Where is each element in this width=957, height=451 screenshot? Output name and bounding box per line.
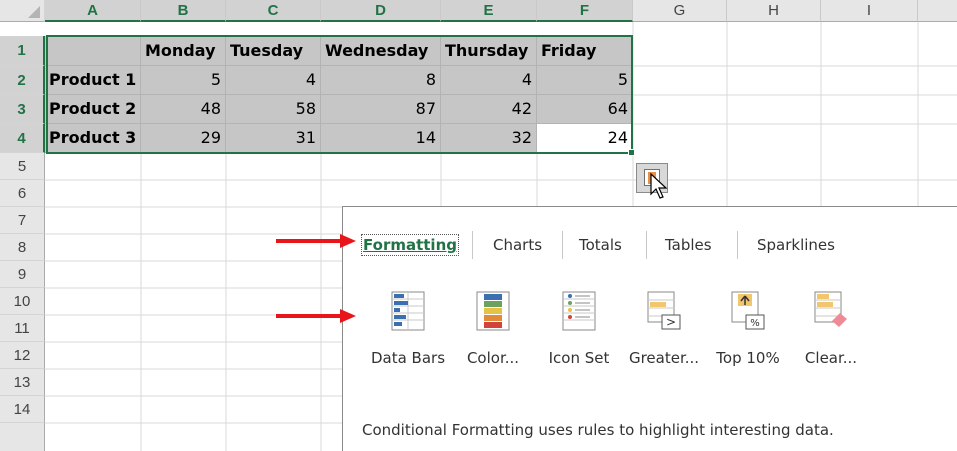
clear-format-icon: [814, 291, 847, 327]
column-header-h[interactable]: H: [727, 0, 821, 22]
red-arrow-icon: [276, 309, 356, 323]
tool-clear-format[interactable]: Clear...: [791, 291, 871, 381]
tab-sparklines[interactable]: Sparklines: [757, 236, 835, 254]
row-header-9[interactable]: 9: [0, 261, 45, 288]
data-bars-icon: [391, 291, 425, 331]
panel-description: Conditional Formatting uses rules to hig…: [362, 421, 834, 439]
column-header-b[interactable]: B: [141, 0, 226, 22]
tool-icon-set[interactable]: Icon Set: [539, 291, 619, 381]
row-header-10[interactable]: 10: [0, 288, 45, 315]
row-header-5[interactable]: 5: [0, 153, 45, 180]
tab-totals[interactable]: Totals: [579, 236, 622, 254]
svg-text:%: %: [750, 318, 760, 329]
icon-set-icon: [562, 291, 596, 331]
quick-analysis-panel: Formatting Charts Totals Tables Sparklin…: [342, 206, 957, 451]
row-header-11[interactable]: 11: [0, 315, 45, 342]
column-header-j[interactable]: [918, 0, 957, 22]
tool-color-scale[interactable]: Color...: [453, 291, 533, 381]
tool-greater-than[interactable]: > Greater...: [624, 291, 704, 381]
column-header-e[interactable]: E: [441, 0, 537, 22]
row-header-8[interactable]: 8: [0, 234, 45, 261]
tab-formatting[interactable]: Formatting: [361, 234, 459, 256]
svg-text:>: >: [666, 315, 676, 329]
row-header-3[interactable]: 3: [0, 95, 45, 124]
column-header-i[interactable]: I: [821, 0, 918, 22]
row-header-14[interactable]: 14: [0, 396, 45, 423]
column-header-g[interactable]: G: [633, 0, 727, 22]
column-header-f[interactable]: F: [537, 0, 633, 22]
color-scale-icon: [476, 291, 510, 331]
select-all-corner[interactable]: [0, 0, 45, 22]
tool-label: Clear...: [804, 349, 858, 367]
red-arrow-icon: [276, 234, 356, 248]
row-header-1[interactable]: 1: [0, 36, 45, 66]
greater-than-icon: >: [647, 291, 681, 330]
row-header-12[interactable]: 12: [0, 342, 45, 369]
tool-data-bars[interactable]: Data Bars: [368, 291, 448, 381]
fill-handle[interactable]: [628, 149, 635, 156]
row-header-15[interactable]: [0, 423, 45, 451]
tool-label: Color...: [466, 349, 520, 367]
tool-top-10[interactable]: % Top 10%: [708, 291, 788, 381]
mouse-pointer-icon: [650, 172, 668, 199]
tab-tables[interactable]: Tables: [665, 236, 712, 254]
top-10-percent-icon: %: [731, 291, 765, 330]
column-header-d[interactable]: D: [321, 0, 441, 22]
tab-charts[interactable]: Charts: [493, 236, 542, 254]
row-header-6[interactable]: 6: [0, 180, 45, 207]
row-header-13[interactable]: 13: [0, 369, 45, 396]
column-header-c[interactable]: C: [226, 0, 321, 22]
row-header-2[interactable]: 2: [0, 66, 45, 95]
column-header-a[interactable]: A: [45, 0, 141, 22]
row-header-7[interactable]: 7: [0, 207, 45, 234]
row-header-4[interactable]: 4: [0, 124, 45, 153]
